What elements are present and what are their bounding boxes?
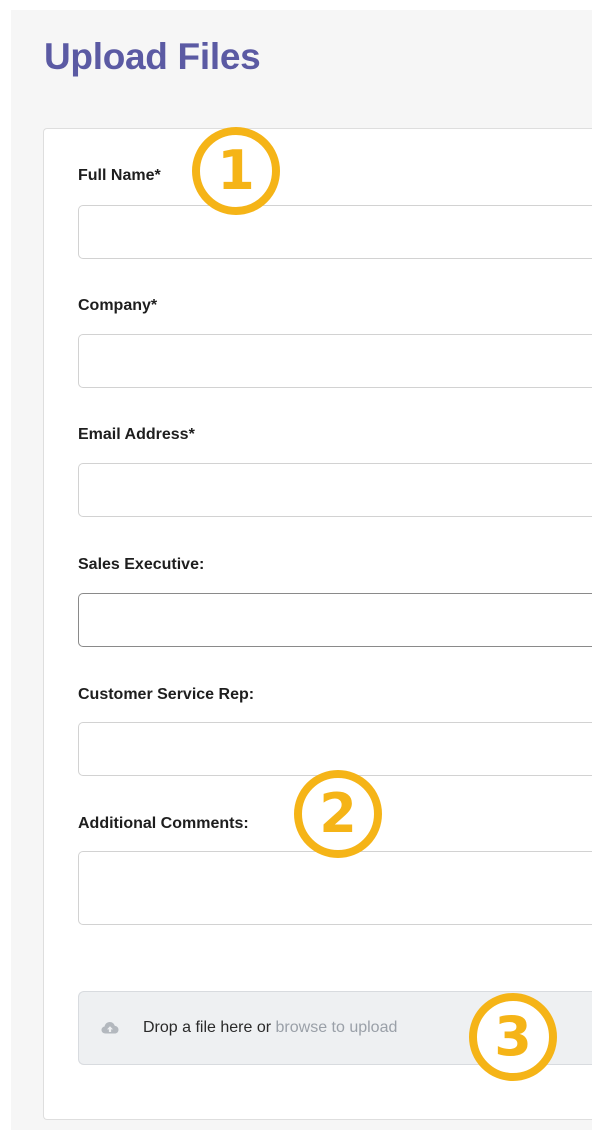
sales-executive-label: Sales Executive:	[78, 556, 205, 573]
email-address-label: Email Address*	[78, 426, 195, 443]
annotation-badge-3: 3	[469, 993, 557, 1081]
email-address-input[interactable]	[78, 463, 592, 517]
additional-comments-label: Additional Comments:	[78, 815, 249, 832]
browse-to-upload-link[interactable]: browse to upload	[276, 1019, 398, 1036]
customer-service-rep-input[interactable]	[78, 722, 592, 776]
sales-executive-input[interactable]	[78, 593, 592, 647]
company-input[interactable]	[78, 334, 592, 388]
full-name-input[interactable]	[78, 205, 592, 259]
customer-service-rep-label: Customer Service Rep:	[78, 686, 255, 703]
dropzone-prompt: Drop a file here or browse to upload	[143, 1019, 397, 1037]
additional-comments-textarea[interactable]	[78, 851, 592, 925]
page-background: Upload Files Full Name* Company* Email A…	[11, 10, 592, 1130]
upload-form-card: Full Name* Company* Email Address* Sales…	[43, 128, 592, 1120]
company-label: Company*	[78, 297, 158, 314]
cloud-upload-icon	[101, 1022, 119, 1034]
page-title: Upload Files	[44, 36, 261, 77]
annotation-badge-2: 2	[294, 770, 382, 858]
full-name-label: Full Name*	[78, 167, 161, 184]
annotation-badge-1: 1	[192, 127, 280, 215]
dropzone-prompt-text: Drop a file here or	[143, 1019, 272, 1036]
